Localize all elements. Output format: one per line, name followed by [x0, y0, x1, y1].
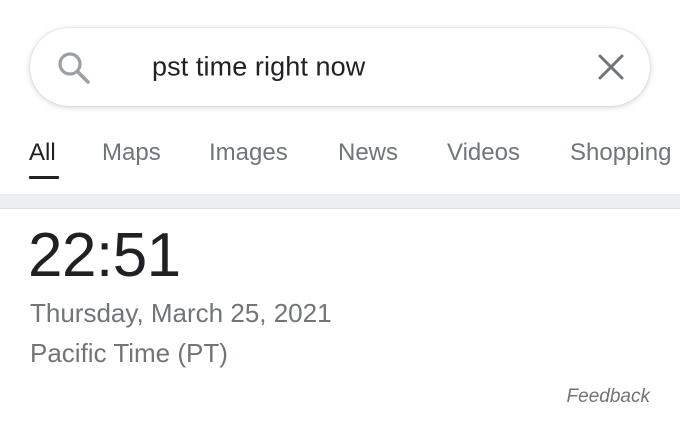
search-bar[interactable]: pst time right now [30, 28, 650, 106]
search-icon[interactable] [57, 51, 91, 85]
tab-maps[interactable]: Maps [102, 139, 161, 167]
timezone-label: Pacific Time (PT) [30, 338, 228, 368]
close-icon[interactable] [596, 52, 626, 82]
section-divider [0, 194, 680, 209]
tab-shopping[interactable]: Shopping [570, 139, 671, 167]
current-time: 22:51 [28, 221, 181, 290]
current-date: Thursday, March 25, 2021 [30, 298, 332, 328]
tab-news[interactable]: News [338, 139, 398, 167]
search-input[interactable]: pst time right now [152, 52, 365, 83]
tab-images[interactable]: Images [209, 139, 288, 167]
tab-videos[interactable]: Videos [447, 139, 520, 167]
feedback-link[interactable]: Feedback [567, 386, 650, 408]
search-tabs: All Maps Images News Videos Shopping [0, 130, 680, 182]
active-tab-indicator [29, 176, 59, 179]
tab-all[interactable]: All [29, 139, 56, 167]
